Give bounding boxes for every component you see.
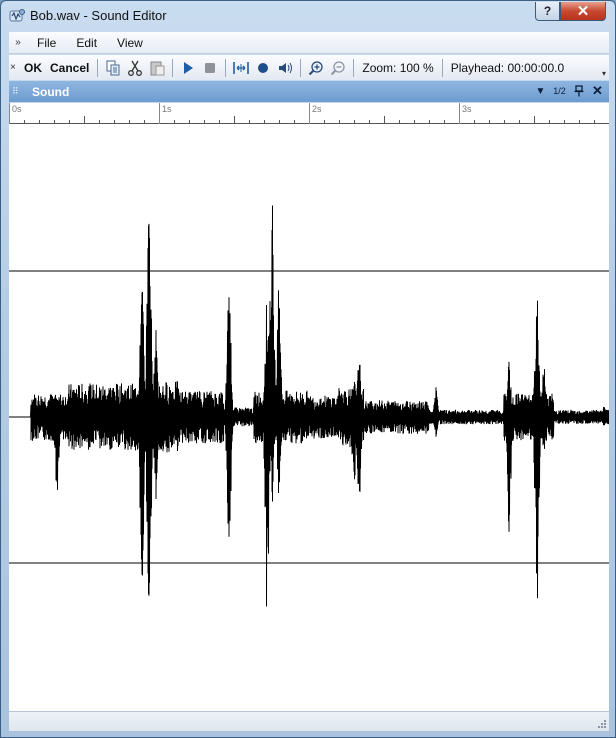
help-button[interactable]: ? <box>535 2 560 21</box>
status-bar <box>9 711 609 731</box>
close-window-button[interactable]: ✕ <box>560 2 606 21</box>
panel-dropdown-icon[interactable]: ▼ <box>531 83 550 99</box>
menu-chevron-icon[interactable]: » <box>9 37 27 48</box>
sound-editor-window: Bob.wav - Sound Editor ? ✕ » File Edit V… <box>0 0 616 738</box>
record-icon[interactable] <box>254 59 272 77</box>
trim-icon[interactable] <box>232 59 250 77</box>
toolbar-separator <box>353 58 355 77</box>
ruler-label-2s: 2s <box>312 104 322 114</box>
panel-title: Sound <box>32 84 70 99</box>
time-ruler[interactable]: 0s 1s 2s 3s <box>9 103 610 124</box>
menu-view[interactable]: View <box>107 36 153 50</box>
toolbar-separator <box>441 58 443 77</box>
zoom-level-label: Zoom: 100 % <box>362 60 434 75</box>
panel-close-icon[interactable]: ✕ <box>588 83 607 99</box>
ok-button[interactable]: OK <box>20 61 46 75</box>
zoom-out-icon[interactable] <box>329 59 347 77</box>
ruler-label-1s: 1s <box>162 104 172 114</box>
sound-panel-header: ⠿ Sound ▼ 1/2 ✕ <box>9 81 609 102</box>
waveform-trace <box>9 205 609 607</box>
play-icon[interactable] <box>179 59 197 77</box>
toolbar-separator <box>225 58 227 77</box>
toolbar-close-icon[interactable]: × <box>10 62 20 73</box>
sound-editor-app-icon <box>9 9 25 22</box>
ruler-label-3s: 3s <box>462 104 472 114</box>
time-ruler-graphic: 0s 1s 2s 3s <box>9 103 610 124</box>
cut-icon[interactable] <box>126 59 144 77</box>
zoom-in-icon[interactable] <box>307 59 325 77</box>
copy-icon[interactable] <box>104 59 122 77</box>
panel-page-indicator[interactable]: 1/2 <box>550 83 569 99</box>
toolbar-overflow-icon[interactable]: ▾ <box>602 69 606 78</box>
panel-grip-icon[interactable]: ⠿ <box>12 86 32 97</box>
paste-icon[interactable] <box>148 59 166 77</box>
panel-pin-icon[interactable] <box>569 83 588 99</box>
toolbar: × OK Cancel Zoom: 100 % Playhead: 00:00:… <box>9 55 609 80</box>
stop-icon[interactable] <box>201 59 219 77</box>
ruler-label-0s: 0s <box>12 104 22 114</box>
window-title: Bob.wav - Sound Editor <box>30 8 167 23</box>
menu-edit[interactable]: Edit <box>66 36 107 50</box>
waveform-graphic <box>9 205 609 607</box>
toolbar-separator <box>97 58 99 77</box>
resize-grip-icon[interactable] <box>596 718 606 728</box>
title-bar[interactable]: Bob.wav - Sound Editor ? ✕ <box>1 1 615 31</box>
cancel-button[interactable]: Cancel <box>46 61 93 75</box>
toolbar-separator <box>300 58 302 77</box>
toolbar-separator <box>172 58 174 77</box>
playhead-position-label: Playhead: 00:00:00.0 <box>450 60 565 75</box>
waveform-canvas[interactable] <box>9 124 609 711</box>
menu-bar: » File Edit View <box>9 32 609 54</box>
menu-file[interactable]: File <box>27 36 66 50</box>
volume-icon[interactable] <box>276 59 294 77</box>
